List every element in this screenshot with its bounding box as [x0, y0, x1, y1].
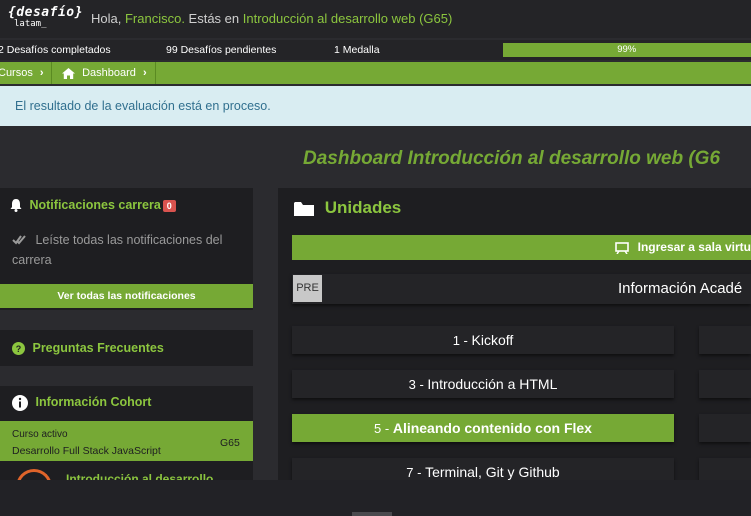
unit-number: 5 - [374, 421, 393, 436]
notifications-card: Notificaciones carrera 0 Leíste todas las… [0, 188, 253, 310]
greeting-mid: Estás en [184, 11, 243, 26]
active-course-name: Desarrollo Full Stack JavaScript [12, 445, 161, 457]
evaluation-alert: El resultado de la evaluación está en pr… [0, 86, 751, 126]
breadcrumb-dashboard-label: Dashboard [82, 67, 136, 79]
notifications-header: Notificaciones carrera 0 [10, 198, 176, 213]
projector-icon [615, 240, 633, 254]
notifications-message-text: Leíste todas las notificaciones del carr… [12, 233, 223, 267]
bottom-panel [0, 480, 751, 516]
logo-main-text: {desafío} [8, 5, 83, 20]
folder-icon [294, 198, 319, 217]
units-card: Unidades Ingresar a sala virtu PRE Infor… [278, 188, 751, 486]
notifications-count-badge: 0 [162, 199, 176, 212]
greeting: Hola, Francisco. Estás en Introducción a… [91, 11, 452, 26]
breadcrumb-dashboard[interactable]: Dashboard › [51, 62, 155, 84]
units-header: Unidades [294, 198, 401, 218]
virtual-room-button[interactable]: Ingresar a sala virtu [292, 235, 751, 260]
breadcrumb-cursos[interactable]: Cursos › [0, 62, 48, 84]
faq-card[interactable]: ? Preguntas Frecuentes [0, 330, 253, 366]
cohort-header: Información Cohort [12, 395, 151, 411]
question-circle-icon: ? [12, 341, 28, 356]
academic-info-row[interactable]: PRE Información Acadé [292, 274, 751, 304]
svg-text:?: ? [16, 344, 22, 354]
course-name: Introducción al desarrollo web (G65) [242, 11, 453, 26]
breadcrumb: Cursos › Dashboard › [0, 62, 751, 84]
unit-item[interactable]: 3 - Introducción a HTML [292, 370, 674, 398]
home-icon [62, 67, 78, 79]
greeting-prefix: Hola, [91, 11, 125, 26]
chevron-right-icon: › [142, 67, 147, 79]
virtual-room-label: Ingresar a sala virtu [637, 240, 751, 254]
chevron-right-icon: › [39, 67, 44, 79]
unit-item[interactable] [699, 414, 751, 442]
unit-item[interactable]: 5 - Alineando contenido con Flex [292, 414, 674, 442]
unit-item[interactable] [699, 370, 751, 398]
dashboard-title: Dashboard Introducción al desarrollo web… [303, 148, 721, 169]
next-course-item[interactable]: Introducción al desarrollo [66, 472, 213, 480]
unit-name: Introducción a HTML [427, 376, 558, 392]
unit-number: 7 - [406, 465, 426, 480]
notifications-message: Leíste todas las notificaciones del carr… [12, 230, 242, 270]
medals-count: 1 Medalla [334, 44, 380, 56]
active-course-box[interactable]: Curso activo Desarrollo Full Stack JavaS… [0, 421, 253, 461]
unit-name: Alineando contenido con Flex [392, 420, 592, 436]
breadcrumb-divider [155, 62, 156, 84]
cohort-title: Información Cohort [35, 395, 152, 410]
active-course-code: G65 [220, 437, 240, 449]
units-title: Unidades [324, 198, 402, 217]
pending-challenges: 99 Desafíos pendientes [166, 44, 277, 56]
faq-title: Preguntas Frecuentes [32, 341, 164, 355]
unit-number: 1 - [452, 333, 472, 348]
faq-header: ? Preguntas Frecuentes [12, 341, 164, 356]
breadcrumb-cursos-label: Cursos [0, 67, 33, 79]
bell-icon [10, 198, 25, 213]
logo-sub-text: latam_ [14, 19, 47, 29]
top-bar: {desafío} latam_ Hola, Francisco. Estás … [0, 0, 751, 38]
info-circle-icon [12, 395, 31, 411]
completed-challenges: 2 Desafíos completados [0, 44, 111, 56]
pre-tag: PRE [293, 275, 322, 302]
horizontal-scrollbar[interactable] [352, 512, 392, 516]
unit-item[interactable]: 1 - Kickoff [292, 326, 674, 354]
unit-number: 3 - [408, 377, 428, 392]
cohort-card: Información Cohort Curso activo Desarrol… [0, 386, 253, 489]
view-all-notifications-button[interactable]: Ver todas las notificaciones [0, 284, 253, 308]
desafio-latam-logo[interactable]: {desafío} latam_ [8, 5, 83, 32]
unit-item[interactable] [699, 326, 751, 354]
academic-info-label: Información Acadé [618, 280, 743, 297]
unit-name: Terminal, Git y Github [425, 464, 560, 480]
unit-name: Kickoff [471, 332, 514, 348]
active-course-label: Curso activo [12, 429, 68, 440]
progress-bar: 99% [503, 43, 751, 57]
notifications-title: Notificaciones carrera [29, 198, 161, 212]
double-check-icon [12, 233, 29, 247]
user-name: Francisco. [124, 11, 185, 26]
progress-fill: 99% [503, 43, 751, 57]
